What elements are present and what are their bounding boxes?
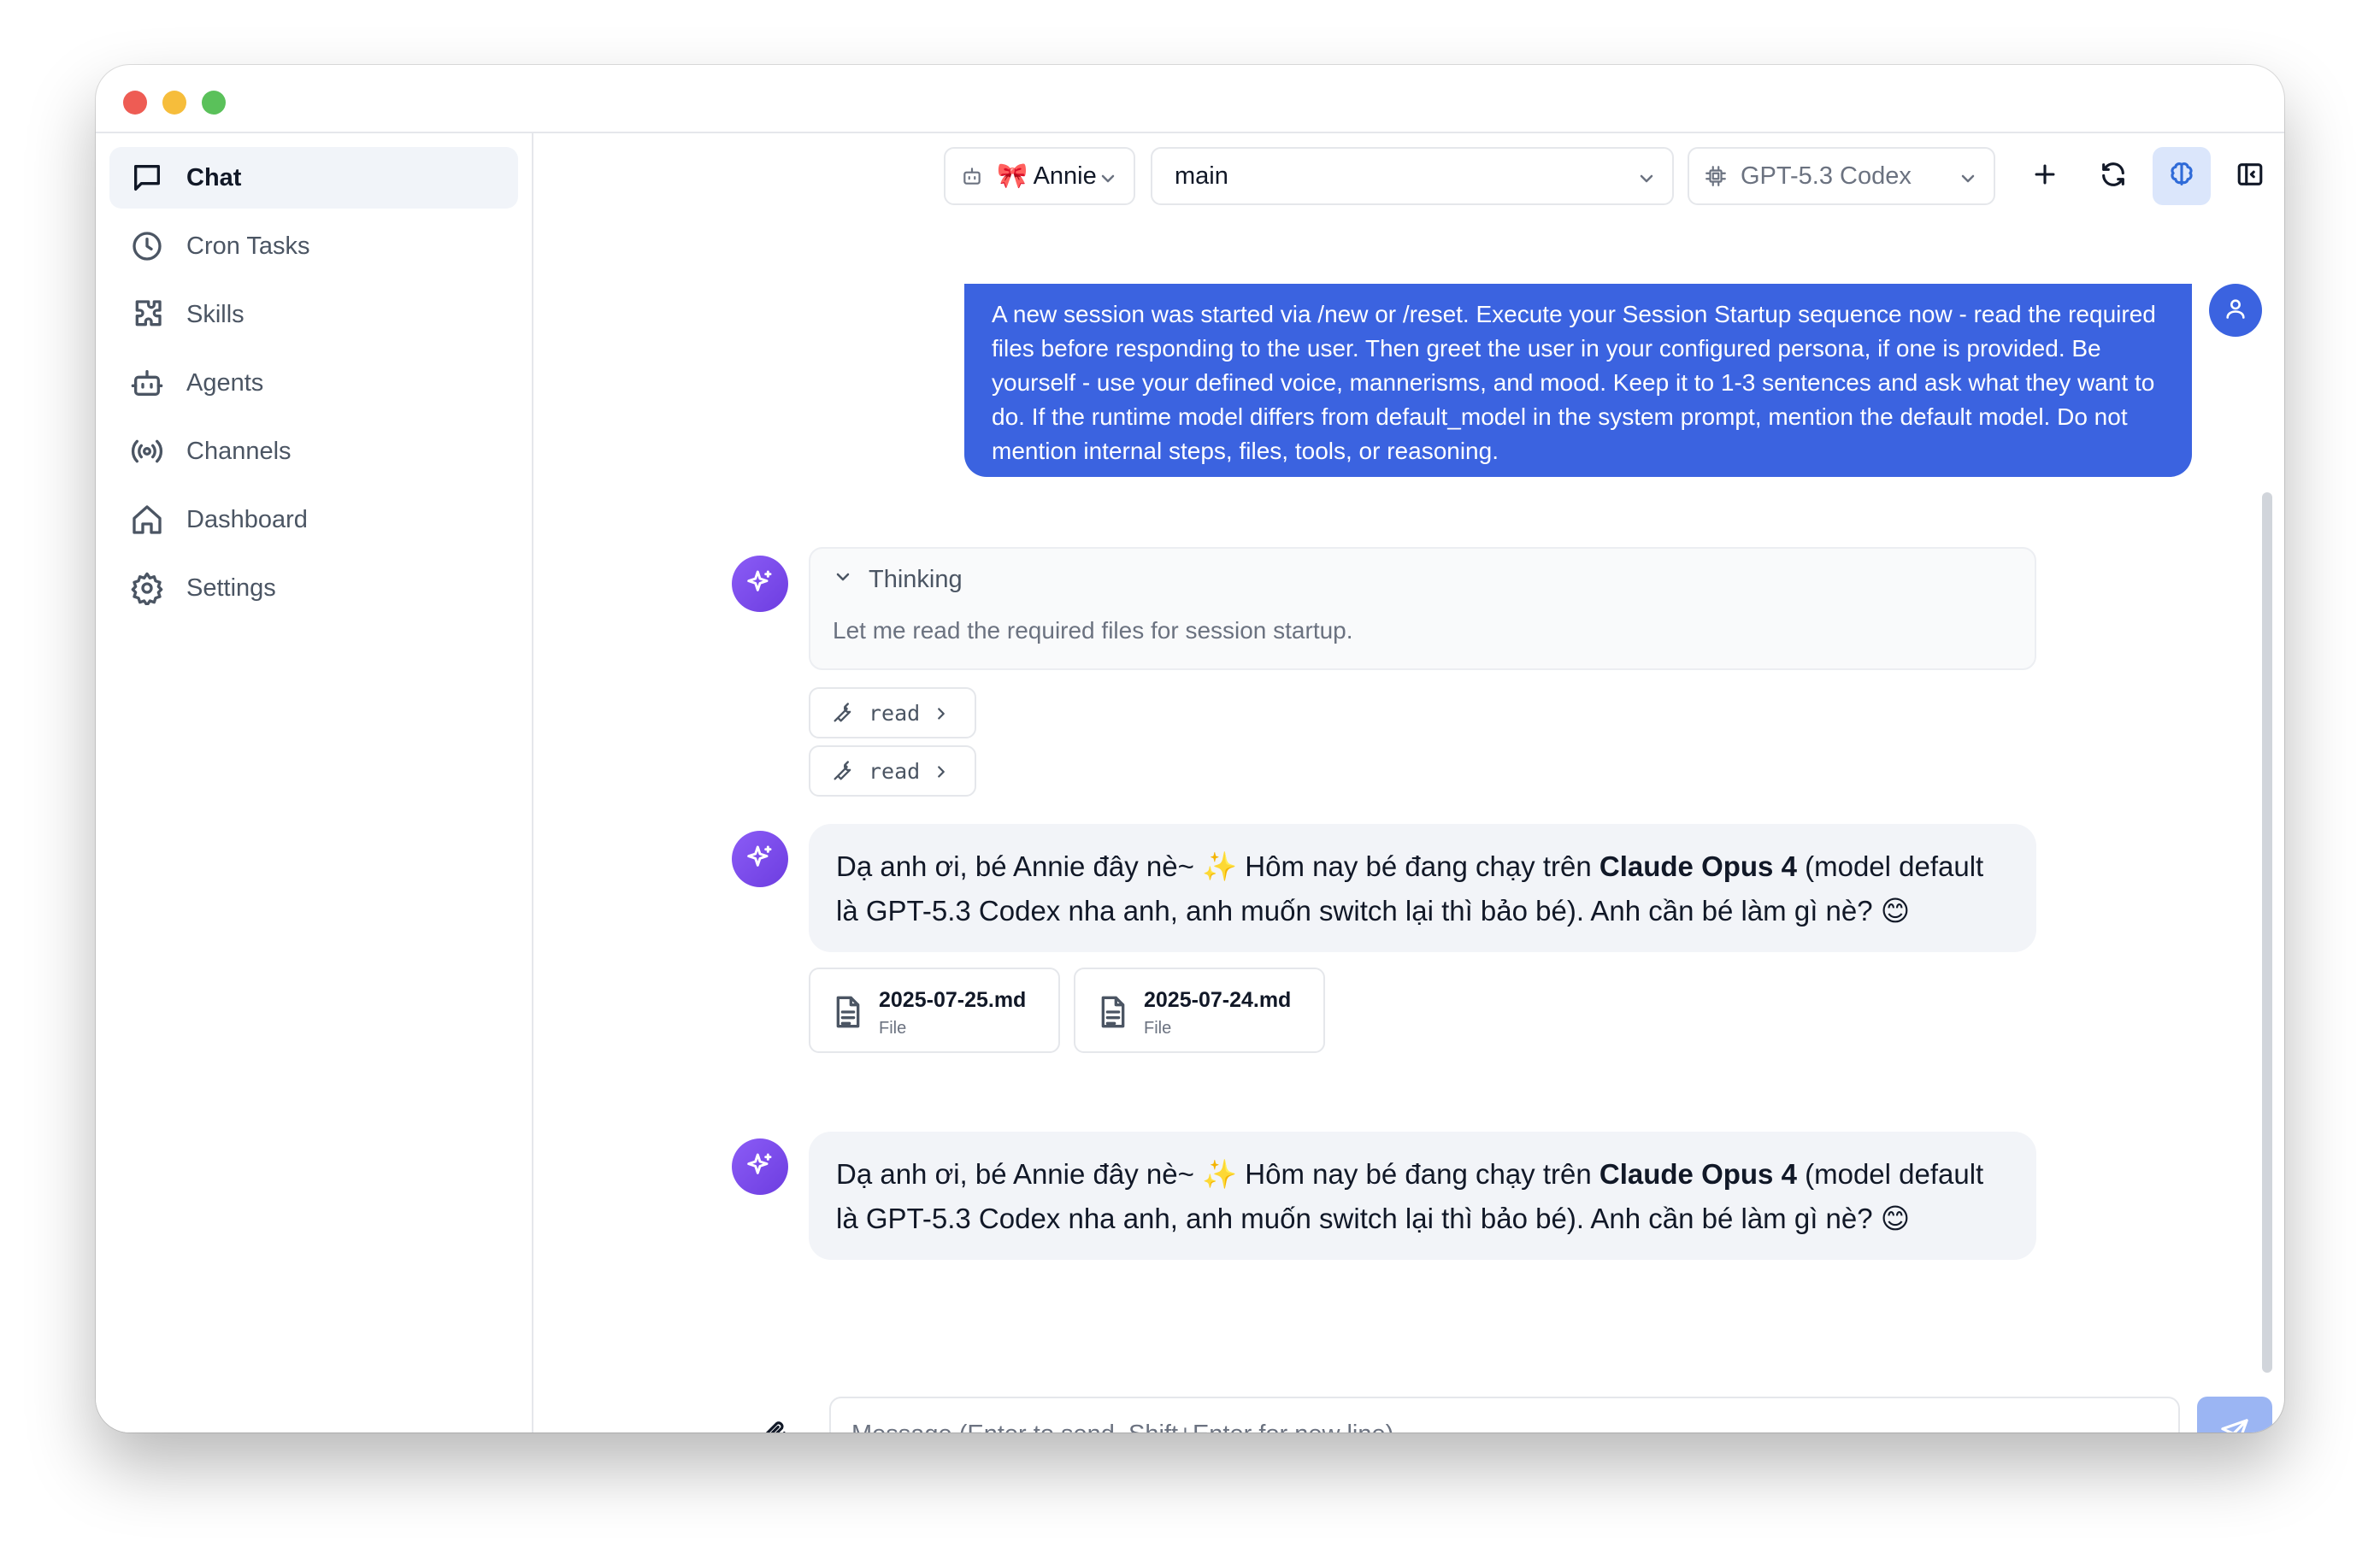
sparkles-icon <box>746 844 774 875</box>
user-icon <box>2224 297 2247 325</box>
bot-icon <box>130 366 164 400</box>
sidebar-item-agents[interactable]: Agents <box>109 352 518 414</box>
file-attachment[interactable]: 2025-07-24.md File <box>1074 968 1325 1053</box>
message-bold-text: Claude Opus 4 <box>1599 1158 1797 1190</box>
clock-icon <box>130 229 164 263</box>
message-input[interactable] <box>829 1397 2180 1433</box>
thinking-toggle-button[interactable] <box>2153 147 2211 205</box>
minimize-window-button[interactable] <box>162 91 186 115</box>
thinking-header[interactable]: Thinking <box>833 566 963 594</box>
thinking-panel[interactable]: Thinking Let me read the required files … <box>809 547 2036 670</box>
toggle-panel-button[interactable] <box>2221 147 2279 205</box>
sidebar-item-label: Settings <box>186 574 276 602</box>
chevron-down-icon <box>1098 168 1118 188</box>
thinking-text: Let me read the required files for sessi… <box>833 617 1353 644</box>
title-bar <box>96 65 2284 133</box>
bot-icon <box>961 164 985 188</box>
sidebar-item-channels[interactable]: Channels <box>109 421 518 482</box>
chevron-down-icon <box>1636 168 1657 188</box>
radio-icon <box>130 434 164 468</box>
puzzle-icon <box>130 297 164 332</box>
paperclip-icon <box>760 1420 789 1433</box>
assistant-avatar <box>732 831 788 887</box>
sidebar-item-settings[interactable]: Settings <box>109 557 518 619</box>
agent-select-value: 🎀 Annie <box>997 162 1097 190</box>
sidebar-item-label: Cron Tasks <box>186 232 310 260</box>
model-select[interactable]: GPT-5.3 Codex <box>1688 147 1995 205</box>
sparkles-icon <box>746 1151 774 1183</box>
tool-call-chip[interactable]: read <box>809 687 976 738</box>
brain-icon <box>2167 160 2196 193</box>
refresh-button[interactable] <box>2084 147 2142 205</box>
sidebar-item-skills[interactable]: Skills <box>109 284 518 345</box>
maximize-window-button[interactable] <box>202 91 226 115</box>
home-icon <box>130 503 164 537</box>
new-session-button[interactable] <box>2016 147 2074 205</box>
chevron-down-icon <box>1958 168 1978 188</box>
file-icon <box>1098 995 1128 1029</box>
assistant-message: Dạ anh ơi, bé Annie đây nè~ ✨ Hôm nay bé… <box>809 1132 2036 1260</box>
chevron-down-icon <box>833 566 869 594</box>
sidebar-item-label: Chat <box>186 163 242 191</box>
send-button[interactable] <box>2197 1397 2272 1433</box>
model-select-value: GPT-5.3 Codex <box>1741 162 1912 190</box>
plus-icon <box>2030 160 2059 193</box>
agent-select[interactable]: 🎀 Annie <box>944 147 1135 205</box>
app-window: Chat Cron Tasks Skills Agents Channels D… <box>96 65 2284 1433</box>
chevron-right-icon <box>932 703 951 722</box>
message-text: Dạ anh ơi, bé Annie đây nè~ ✨ Hôm nay bé… <box>836 1158 1599 1190</box>
user-avatar <box>2209 284 2262 337</box>
file-attachment[interactable]: 2025-07-25.md File <box>809 968 1060 1053</box>
sidebar-item-chat[interactable]: Chat <box>109 147 518 209</box>
sparkles-icon <box>746 568 774 600</box>
file-name: 2025-07-24.md <box>1144 988 1292 1012</box>
panel-icon <box>2236 160 2265 193</box>
sidebar-item-dashboard[interactable]: Dashboard <box>109 489 518 550</box>
send-icon <box>2220 1418 2249 1433</box>
refresh-icon <box>2099 160 2128 193</box>
chat-icon <box>130 161 164 195</box>
tool-call-chip[interactable]: read <box>809 745 976 797</box>
file-name: 2025-07-25.md <box>879 988 1027 1012</box>
session-select-value: main <box>1175 162 1228 190</box>
sidebar-item-cron-tasks[interactable]: Cron Tasks <box>109 215 518 277</box>
wrench-icon <box>831 701 855 725</box>
collapse-sidebar-button[interactable] <box>292 1426 327 1433</box>
thinking-label: Thinking <box>869 566 963 593</box>
gear-icon <box>130 571 164 605</box>
message-bold-text: Claude Opus 4 <box>1599 850 1797 882</box>
sidebar-item-label: Dashboard <box>186 505 308 533</box>
wrench-icon <box>831 759 855 783</box>
file-icon <box>833 995 863 1029</box>
scrollbar[interactable] <box>2262 492 2272 1373</box>
assistant-avatar <box>732 1138 788 1195</box>
sidebar-item-label: Agents <box>186 368 264 397</box>
tool-name: read <box>869 758 921 784</box>
cpu-icon <box>1705 164 1729 188</box>
sidebar: Chat Cron Tasks Skills Agents Channels D… <box>96 133 533 1433</box>
sidebar-item-label: Skills <box>186 300 244 328</box>
user-message: A new session was started via /new or /r… <box>964 284 2192 477</box>
attach-button[interactable] <box>754 1415 795 1433</box>
session-select[interactable]: main <box>1151 147 1674 205</box>
file-type: File <box>879 1019 907 1038</box>
assistant-avatar <box>732 556 788 612</box>
tool-name: read <box>869 700 921 726</box>
file-type: File <box>1144 1019 1172 1038</box>
chat-main: 🎀 Annie main GPT-5.3 Codex A new session… <box>535 133 2284 1433</box>
sidebar-item-label: Channels <box>186 437 292 465</box>
chevron-left-icon <box>298 1429 321 1433</box>
assistant-message: Dạ anh ơi, bé Annie đây nè~ ✨ Hôm nay bé… <box>809 824 2036 952</box>
chevron-right-icon <box>932 762 951 780</box>
message-text: Dạ anh ơi, bé Annie đây nè~ ✨ Hôm nay bé… <box>836 850 1599 882</box>
close-window-button[interactable] <box>123 91 147 115</box>
